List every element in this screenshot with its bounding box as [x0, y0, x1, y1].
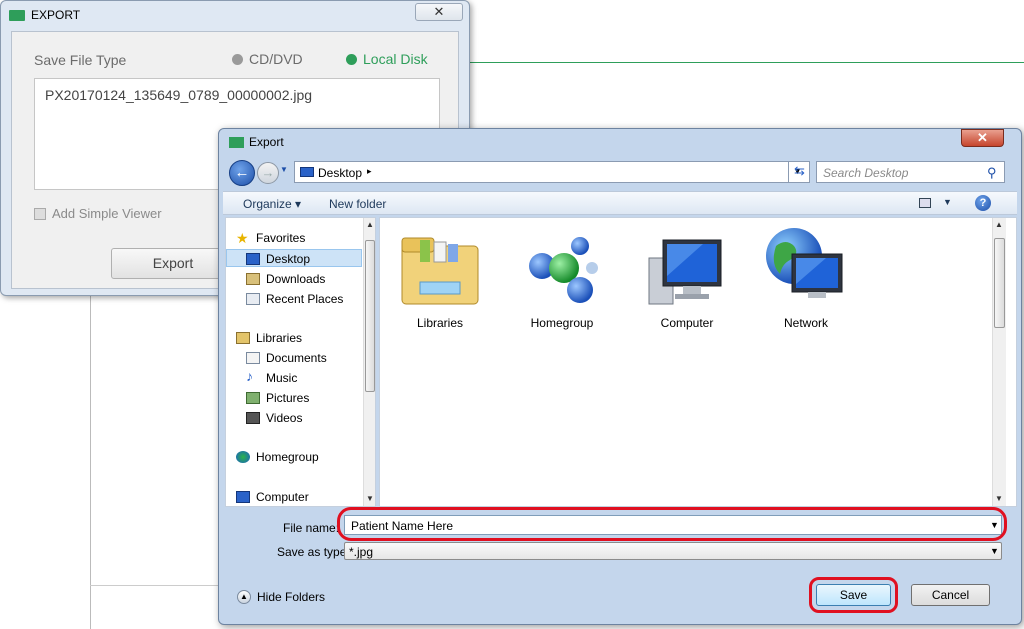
add-simple-viewer-label[interactable]: Add Simple Viewer — [52, 206, 162, 221]
documents-icon — [246, 352, 260, 364]
export-window-title: EXPORT — [31, 8, 81, 22]
nav-item-pictures[interactable]: Pictures — [266, 391, 309, 405]
computer-icon — [236, 491, 250, 503]
breadcrumb-chevron-icon[interactable]: ▸ — [367, 166, 372, 177]
save-button-highlight-annotation — [809, 577, 898, 613]
dialog-app-icon — [229, 137, 244, 148]
background-divider — [460, 62, 1024, 63]
libraries-icon — [236, 332, 250, 344]
star-icon: ★ — [236, 230, 249, 246]
save-as-type-value[interactable]: *.jpg — [349, 545, 373, 559]
item-label: Computer — [660, 316, 714, 330]
nav-item-recent-places[interactable]: Recent Places — [266, 292, 343, 306]
nav-item-desktop[interactable]: Desktop — [266, 252, 310, 266]
item-computer[interactable]: Computer — [635, 224, 739, 334]
dialog-close-button[interactable]: ✕ — [961, 129, 1004, 147]
save-as-type-label: Save as type: — [277, 545, 350, 559]
export-close-button[interactable]: ✕ — [415, 3, 463, 21]
desktop-icon — [300, 167, 314, 177]
local-disk-radio[interactable] — [346, 54, 357, 65]
network-icon — [766, 228, 843, 298]
item-label: Homegroup — [530, 316, 594, 330]
cd-dvd-label[interactable]: CD/DVD — [249, 51, 303, 67]
computer-icon — [648, 239, 722, 305]
item-libraries[interactable]: Libraries — [388, 224, 492, 334]
nav-libraries[interactable]: Libraries — [256, 331, 302, 345]
search-box[interactable]: Search Desktop ⚲ — [816, 161, 1005, 183]
export-button[interactable]: Export — [111, 248, 235, 279]
file-view-scrollbar[interactable]: ▲ ▼ — [992, 218, 1006, 506]
nav-homegroup[interactable]: Homegroup — [256, 450, 319, 464]
refresh-icon[interactable]: ⇆ — [788, 161, 810, 183]
back-arrow-icon[interactable]: ← — [229, 160, 255, 186]
recent-places-icon — [246, 293, 260, 305]
organize-menu[interactable]: Organize ▾ — [243, 197, 301, 211]
file-name-highlight-annotation — [337, 507, 1007, 541]
nav-item-downloads[interactable]: Downloads — [266, 272, 325, 286]
videos-icon — [246, 412, 260, 424]
background-divider-vertical — [90, 290, 91, 629]
item-network[interactable]: Network — [754, 224, 858, 334]
add-simple-viewer-checkbox[interactable] — [34, 208, 46, 220]
save-as-type-select[interactable]: *.jpg ▼ — [344, 542, 1002, 560]
nav-item-videos[interactable]: Videos — [266, 411, 302, 425]
nav-scrollbar-thumb[interactable] — [365, 240, 375, 392]
save-file-type-label: Save File Type — [34, 52, 127, 68]
address-bar[interactable]: Desktop ▸ ▼ — [294, 161, 810, 183]
scroll-down-icon[interactable]: ▼ — [995, 494, 1003, 503]
music-icon: ♪ — [246, 368, 253, 384]
new-folder-button[interactable]: New folder — [329, 197, 386, 211]
nav-computer[interactable]: Computer — [256, 490, 309, 504]
file-view: Libraries Homegroup Computer Network ▲ ▼ — [379, 217, 1017, 507]
nav-item-music[interactable]: Music — [266, 371, 297, 385]
homegroup-icon — [236, 451, 250, 463]
cd-dvd-radio[interactable] — [232, 54, 243, 65]
nav-scrollbar[interactable]: ▲ ▼ — [363, 218, 375, 506]
homegroup-icon — [529, 237, 598, 303]
nav-item-documents[interactable]: Documents — [266, 351, 327, 365]
view-dropdown-icon[interactable]: ▼ — [943, 197, 952, 207]
save-dialog: Export ✕ ← → ▼ Desktop ▸ ▼ ⇆ Search Desk… — [218, 128, 1022, 625]
item-label: Network — [783, 316, 828, 330]
chevron-up-icon[interactable]: ▲ — [237, 590, 251, 604]
file-name-label: File name: — [283, 521, 340, 535]
downloads-icon — [246, 273, 260, 285]
scroll-up-icon[interactable]: ▲ — [366, 220, 374, 229]
dialog-title: Export — [249, 135, 284, 149]
background-divider-bottom — [90, 585, 220, 586]
forward-arrow-icon[interactable]: → — [257, 162, 279, 184]
scroll-down-icon[interactable]: ▼ — [366, 494, 374, 503]
pictures-icon — [246, 392, 260, 404]
scroll-up-icon[interactable]: ▲ — [995, 220, 1003, 229]
command-bar: Organize ▾ New folder ▼ ? — [223, 191, 1017, 215]
file-view-scrollbar-thumb[interactable] — [994, 238, 1005, 328]
desktop-icon — [246, 253, 260, 265]
navigation-pane: ★ Favorites Desktop Downloads Recent Pla… — [225, 217, 376, 507]
file-list-item[interactable]: PX20170124_135649_0789_00000002.jpg — [45, 87, 312, 103]
save-as-type-dropdown-icon[interactable]: ▼ — [990, 546, 999, 556]
library-folder-icon — [401, 237, 479, 305]
address-location[interactable]: Desktop — [318, 166, 362, 180]
search-input[interactable]: Search Desktop — [823, 166, 908, 180]
history-dropdown-icon[interactable]: ▼ — [280, 165, 288, 174]
item-label: Libraries — [416, 316, 464, 330]
view-options-icon[interactable] — [919, 198, 931, 208]
local-disk-label[interactable]: Local Disk — [363, 51, 428, 67]
hide-folders-button[interactable]: Hide Folders — [257, 590, 325, 604]
nav-favorites[interactable]: Favorites — [256, 231, 305, 245]
help-icon[interactable]: ? — [975, 195, 991, 211]
search-icon[interactable]: ⚲ — [987, 165, 997, 181]
app-icon — [9, 10, 25, 21]
cancel-button[interactable]: Cancel — [911, 584, 990, 606]
item-homegroup[interactable]: Homegroup — [510, 224, 614, 334]
